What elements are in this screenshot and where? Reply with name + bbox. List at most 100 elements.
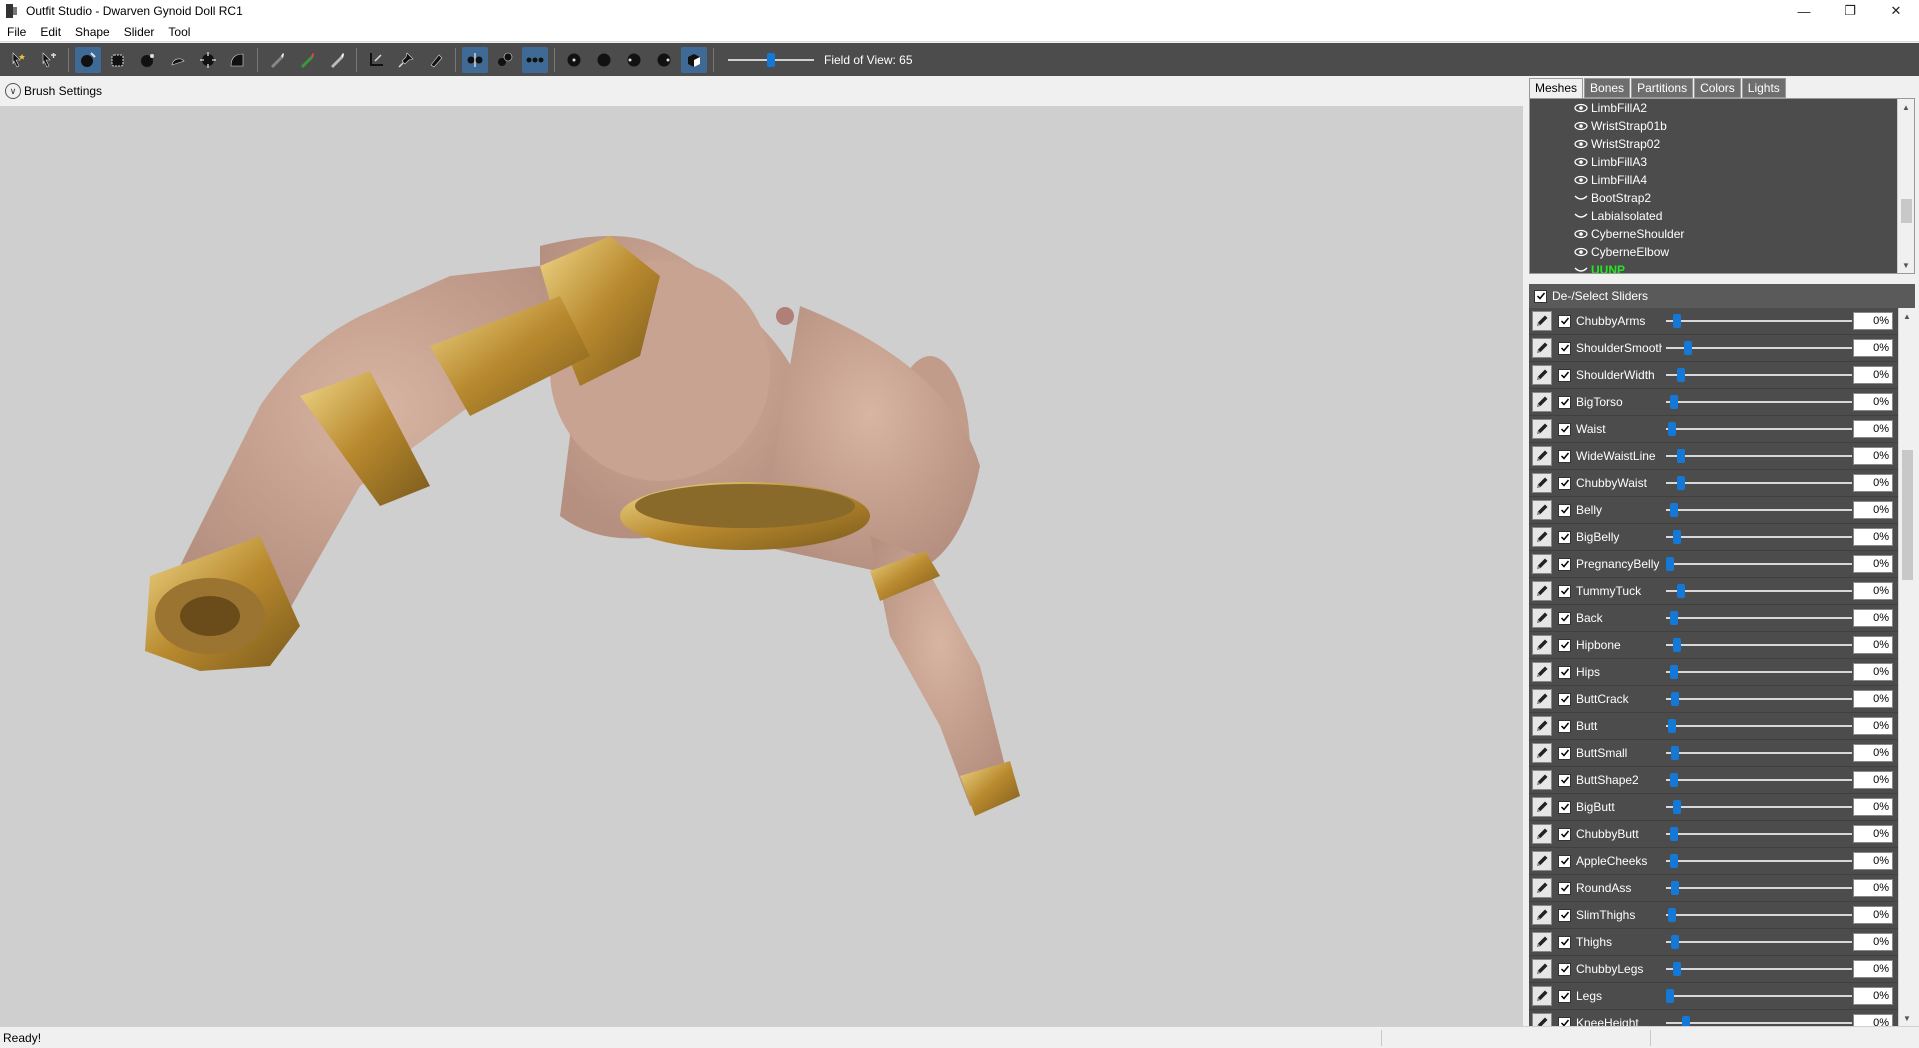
slider-checkbox[interactable] <box>1558 449 1571 463</box>
view-back-button[interactable] <box>591 47 617 73</box>
slider-edit-button[interactable] <box>1532 851 1552 871</box>
slider-checkbox[interactable] <box>1558 584 1571 598</box>
menu-file[interactable]: File <box>0 22 33 42</box>
viewport-3d[interactable] <box>0 106 1523 1026</box>
slider-value-input[interactable]: 0% <box>1853 771 1893 789</box>
slider-edit-button[interactable] <box>1532 662 1552 682</box>
mesh-list-item[interactable]: WristStrap01b <box>1530 117 1914 135</box>
mirror-x-button[interactable] <box>462 46 488 73</box>
slider-thumb[interactable] <box>1670 827 1678 841</box>
slider-control[interactable] <box>1666 691 1852 707</box>
slider-checkbox[interactable] <box>1558 989 1571 1003</box>
slider-checkbox[interactable] <box>1558 638 1571 652</box>
slider-thumb[interactable] <box>1670 854 1678 868</box>
slider-checkbox[interactable] <box>1558 1016 1571 1026</box>
scroll-thumb[interactable] <box>1901 199 1912 223</box>
slider-edit-button[interactable] <box>1532 419 1552 439</box>
slider-control[interactable] <box>1666 907 1852 923</box>
alpha-brush-button[interactable] <box>324 47 350 73</box>
close-button[interactable]: ✕ <box>1873 0 1919 22</box>
slider-thumb[interactable] <box>1682 1016 1690 1026</box>
slider-edit-button[interactable] <box>1532 338 1552 358</box>
mesh-list-item[interactable]: CyberneElbow <box>1530 243 1914 261</box>
pin-button[interactable] <box>393 47 419 73</box>
slider-checkbox[interactable] <box>1558 800 1571 814</box>
slider-edit-button[interactable] <box>1532 365 1552 385</box>
slider-thumb[interactable] <box>1670 665 1678 679</box>
slider-edit-button[interactable] <box>1532 716 1552 736</box>
slider-edit-button[interactable] <box>1532 473 1552 493</box>
slider-checkbox[interactable] <box>1558 827 1571 841</box>
slider-thumb[interactable] <box>1684 341 1692 355</box>
slider-edit-button[interactable] <box>1532 527 1552 547</box>
tab-partitions[interactable]: Partitions <box>1631 78 1694 98</box>
slider-thumb[interactable] <box>1670 611 1678 625</box>
slider-checkbox[interactable] <box>1558 422 1571 436</box>
menu-edit[interactable]: Edit <box>33 22 68 42</box>
slider-edit-button[interactable] <box>1532 446 1552 466</box>
slider-control[interactable] <box>1666 583 1852 599</box>
slider-value-input[interactable]: 0% <box>1853 501 1893 519</box>
select-all-sliders-checkbox[interactable] <box>1534 289 1547 303</box>
slider-control[interactable] <box>1666 610 1852 626</box>
slider-control[interactable] <box>1666 367 1852 383</box>
slider-thumb[interactable] <box>1673 962 1681 976</box>
view-front-button[interactable] <box>561 47 587 73</box>
slider-value-input[interactable]: 0% <box>1853 1014 1893 1026</box>
slider-thumb[interactable] <box>1671 935 1679 949</box>
slider-edit-button[interactable] <box>1532 1013 1552 1026</box>
slider-control[interactable] <box>1666 934 1852 950</box>
slider-thumb[interactable] <box>1670 503 1678 517</box>
slider-edit-button[interactable] <box>1532 581 1552 601</box>
eye-icon[interactable] <box>1574 175 1588 185</box>
brush-settings-label[interactable]: Brush Settings <box>24 84 102 98</box>
slider-value-input[interactable]: 0% <box>1853 609 1893 627</box>
slider-thumb[interactable] <box>1668 422 1676 436</box>
view-left-button[interactable] <box>621 47 647 73</box>
slider-value-input[interactable]: 0% <box>1853 690 1893 708</box>
slider-value-input[interactable]: 0% <box>1853 717 1893 735</box>
slider-value-input[interactable]: 0% <box>1853 474 1893 492</box>
mesh-list-item[interactable]: BootStrap2 <box>1530 189 1914 207</box>
slider-control[interactable] <box>1666 988 1852 1004</box>
tab-bones[interactable]: Bones <box>1584 78 1631 98</box>
undiff-brush-button[interactable] <box>225 47 251 73</box>
slider-edit-button[interactable] <box>1532 392 1552 412</box>
brush-settings-bar[interactable]: ∨ Brush Settings <box>0 76 1527 106</box>
mesh-list-item[interactable]: LabiaIsolated <box>1530 207 1914 225</box>
eye-closed-icon[interactable] <box>1574 265 1588 274</box>
collision-button[interactable] <box>363 47 389 73</box>
slider-value-input[interactable]: 0% <box>1853 960 1893 978</box>
inflate-brush-button[interactable] <box>105 47 131 73</box>
slider-value-input[interactable]: 0% <box>1853 852 1893 870</box>
slider-thumb[interactable] <box>1670 773 1678 787</box>
slider-edit-button[interactable] <box>1532 743 1552 763</box>
slider-value-input[interactable]: 0% <box>1853 366 1893 384</box>
slider-value-input[interactable]: 0% <box>1853 555 1893 573</box>
slider-control[interactable] <box>1666 772 1852 788</box>
mask-brush-button[interactable] <box>75 46 101 73</box>
mesh-list-item[interactable]: LimbFillA2 <box>1530 99 1914 117</box>
eye-icon[interactable] <box>1574 229 1588 239</box>
tab-colors[interactable]: Colors <box>1694 78 1741 98</box>
scroll-thumb[interactable] <box>1902 450 1913 580</box>
slider-checkbox[interactable] <box>1558 557 1571 571</box>
slider-control[interactable] <box>1666 826 1852 842</box>
slider-value-input[interactable]: 0% <box>1853 987 1893 1005</box>
slider-checkbox[interactable] <box>1558 773 1571 787</box>
eye-closed-icon[interactable] <box>1574 193 1588 203</box>
slider-value-input[interactable]: 0% <box>1853 447 1893 465</box>
eye-icon[interactable] <box>1574 157 1588 167</box>
view-right-button[interactable] <box>651 47 677 73</box>
slider-checkbox[interactable] <box>1558 962 1571 976</box>
slider-edit-button[interactable] <box>1532 986 1552 1006</box>
slider-checkbox[interactable] <box>1558 935 1571 949</box>
slider-checkbox[interactable] <box>1558 314 1571 328</box>
slider-edit-button[interactable] <box>1532 824 1552 844</box>
slider-control[interactable] <box>1666 1015 1852 1026</box>
slider-thumb[interactable] <box>1668 908 1676 922</box>
slider-thumb[interactable] <box>1673 800 1681 814</box>
slider-thumb[interactable] <box>1666 989 1674 1003</box>
slider-value-input[interactable]: 0% <box>1853 420 1893 438</box>
deflate-brush-button[interactable] <box>135 47 161 73</box>
